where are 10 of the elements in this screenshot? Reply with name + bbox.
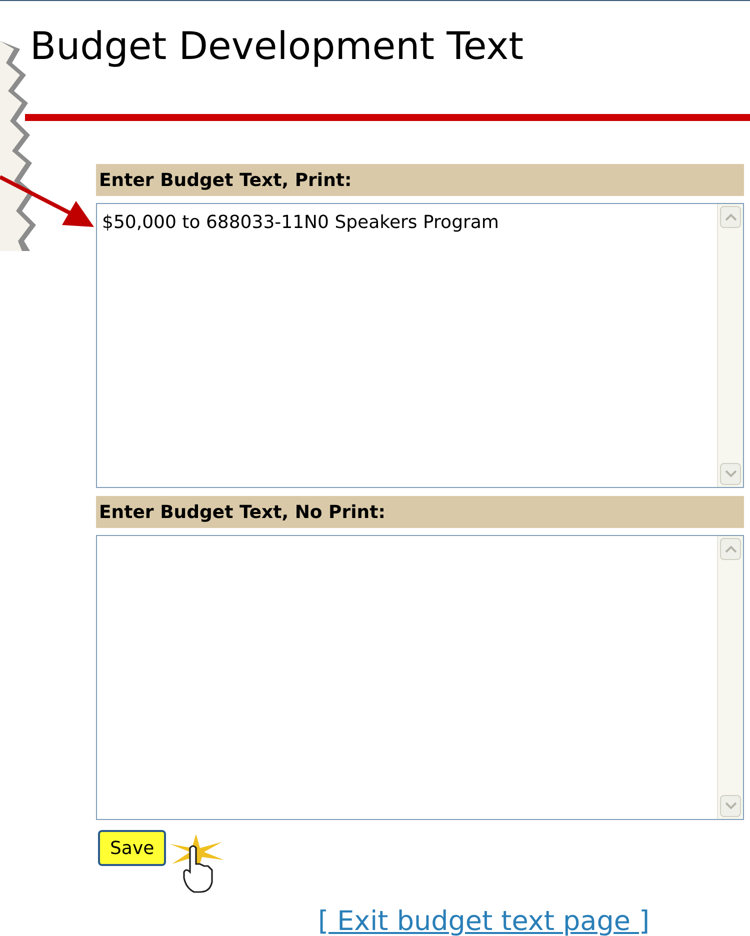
text-area[interactable]: $50,000 to 688033-11N0 Speakers Program bbox=[96, 203, 744, 488]
scrollbar-drawing[interactable] bbox=[717, 536, 743, 819]
exit-link[interactable]: [ Exit budget text page ] bbox=[318, 908, 650, 935]
hand-cursor-icon bbox=[180, 844, 216, 894]
section-label: Enter Budget Text, Print: bbox=[96, 164, 744, 196]
page-title: Budget Development Text bbox=[30, 27, 524, 65]
text-area[interactable] bbox=[96, 535, 744, 820]
section-label: Enter Budget Text, No Print: bbox=[96, 496, 744, 528]
scrollbar-drawing[interactable] bbox=[717, 204, 743, 487]
save-button[interactable]: Save bbox=[98, 830, 166, 866]
